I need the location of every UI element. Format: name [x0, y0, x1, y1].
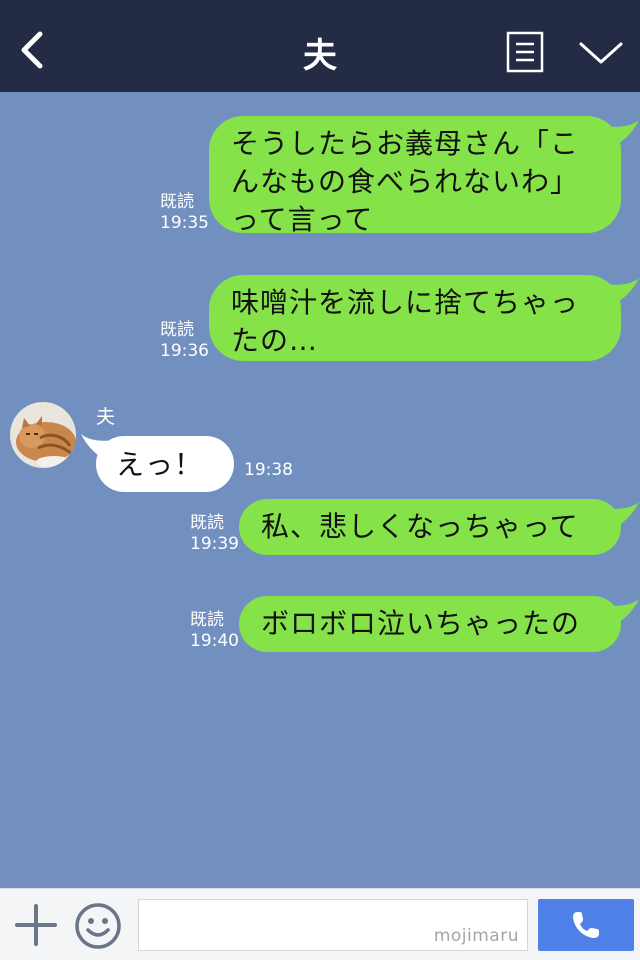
message-text-line: 私、悲しくなっちゃって [261, 510, 579, 543]
bubble-tail [606, 278, 639, 304]
message-text-line: たの… [231, 324, 319, 357]
message-text-line: んなもの食べられないわ」 [231, 165, 580, 198]
message-input[interactable]: mojimaru [138, 899, 528, 951]
plus-icon[interactable] [14, 903, 58, 947]
message-text-line: って言って [231, 203, 374, 236]
message-time: 19:39 [190, 534, 239, 554]
notes-icon[interactable] [506, 31, 544, 73]
message-time: 19:38 [244, 460, 293, 480]
chat-header: 夫 [0, 0, 640, 92]
smiley-icon[interactable] [74, 902, 122, 950]
read-label: 既読 [190, 610, 224, 630]
read-label: 既読 [160, 320, 194, 340]
sender-name: 夫 [96, 406, 116, 428]
message-text-line: そうしたらお義母さん「こ [231, 127, 580, 160]
outgoing-message-bubble[interactable]: 味噌汁を流しに捨てちゃっ たの… [209, 275, 621, 361]
watermark-text: mojimaru [433, 926, 519, 946]
message-time: 19:40 [190, 631, 239, 651]
avatar[interactable] [10, 402, 76, 468]
chat-title: 夫 [303, 36, 337, 76]
bubble-tail [606, 502, 639, 528]
outgoing-message-bubble[interactable]: ボロボロ泣いちゃったの [239, 596, 621, 652]
message-text-line: 味噌汁を流しに捨てちゃっ [231, 286, 580, 319]
read-label: 既読 [190, 513, 224, 533]
outgoing-message-bubble[interactable]: そうしたらお義母さん「こ んなもの食べられないわ」 って言って [209, 116, 621, 236]
outgoing-message-bubble[interactable]: 私、悲しくなっちゃって [239, 499, 621, 555]
chevron-left-icon[interactable] [14, 28, 54, 72]
chevron-down-icon[interactable] [578, 38, 624, 68]
phone-icon [573, 912, 599, 938]
bubble-tail [606, 599, 639, 625]
call-button[interactable] [538, 899, 634, 951]
message-text-line: ボロボロ泣いちゃったの [261, 607, 581, 640]
read-receipt: 既読 19:35 [160, 192, 209, 234]
bubble-tail [606, 120, 639, 146]
message-input-bar: mojimaru [0, 888, 640, 960]
message-time: 19:35 [160, 213, 209, 233]
read-label: 既読 [160, 192, 194, 212]
cat-avatar-image [10, 402, 76, 468]
read-receipt: 既読 19:40 [190, 610, 239, 652]
message-time: 19:36 [160, 341, 209, 361]
chat-area[interactable]: 既読 19:35 そうしたらお義母さん「こ んなもの食べられないわ」 って言って… [0, 92, 640, 888]
message-text-line: えっ！ [116, 448, 204, 481]
read-receipt: 既読 19:36 [160, 320, 209, 362]
incoming-message-bubble[interactable]: えっ！ [96, 436, 234, 492]
read-receipt: 既読 19:39 [190, 513, 239, 555]
